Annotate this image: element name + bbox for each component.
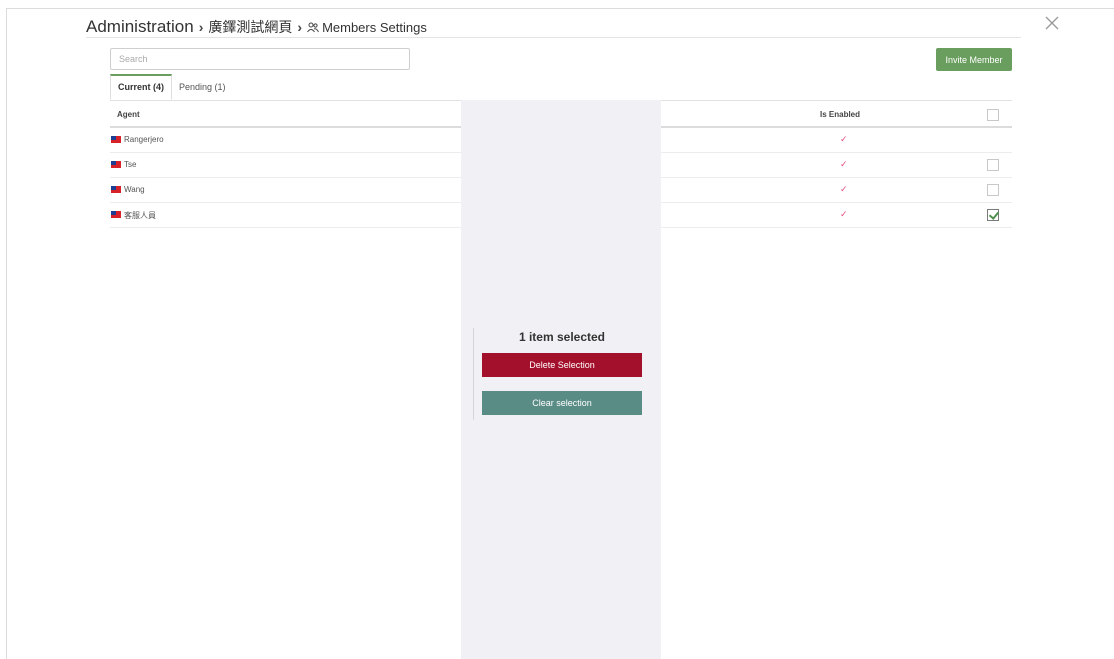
row-select-checkbox[interactable] — [987, 184, 999, 196]
invite-member-button[interactable]: Invite Member — [936, 48, 1012, 71]
column-header-is-enabled: Is Enabled — [820, 110, 861, 119]
taiwan-flag-icon — [111, 136, 121, 143]
search-input[interactable] — [110, 48, 410, 70]
row-select-checkbox[interactable] — [987, 159, 999, 171]
breadcrumb-current-label: Members Settings — [322, 19, 427, 35]
close-icon[interactable] — [1043, 14, 1061, 32]
enabled-check-icon: ✓ — [840, 209, 848, 219]
enabled-check-icon: ✓ — [840, 159, 848, 169]
taiwan-flag-icon — [111, 186, 121, 193]
taiwan-flag-icon — [111, 161, 121, 168]
agent-name[interactable]: Wang — [124, 185, 145, 194]
modal-frame-left — [6, 8, 7, 659]
agent-name[interactable]: 客服人員 — [124, 210, 156, 221]
column-header-agent: Agent — [117, 110, 140, 119]
tab-current[interactable]: Current (4) — [110, 74, 173, 100]
agent-name[interactable]: Rangerjero — [124, 135, 164, 144]
chevron-right-icon: › — [297, 19, 303, 35]
members-icon — [307, 22, 320, 32]
clear-selection-button[interactable]: Clear selection — [482, 391, 642, 415]
chevron-right-icon: › — [198, 19, 204, 35]
taiwan-flag-icon — [111, 211, 121, 218]
breadcrumb-page[interactable]: 廣鐸測試網頁 — [208, 17, 292, 37]
modal-frame-top — [6, 8, 1114, 9]
enabled-check-icon: ✓ — [840, 134, 848, 144]
row-select-checkbox[interactable] — [987, 209, 999, 221]
breadcrumb-current: Members Settings — [307, 20, 427, 35]
agent-name[interactable]: Tse — [124, 160, 136, 169]
tab-bar: Current (4) Pending (1) — [110, 74, 233, 100]
delete-selection-button[interactable]: Delete Selection — [482, 353, 642, 377]
select-all-checkbox[interactable] — [987, 109, 999, 121]
tab-pending[interactable]: Pending (1) — [172, 74, 233, 100]
breadcrumb: Administration › 廣鐸測試網頁 › Members Settin… — [86, 16, 427, 38]
selection-panel: 1 item selected Delete Selection Clear s… — [461, 100, 661, 659]
breadcrumb-administration[interactable]: Administration — [86, 17, 194, 37]
selection-actions: 1 item selected Delete Selection Clear s… — [473, 328, 650, 420]
selection-count: 1 item selected — [518, 330, 606, 344]
enabled-check-icon: ✓ — [840, 184, 848, 194]
header-divider — [86, 37, 1021, 38]
